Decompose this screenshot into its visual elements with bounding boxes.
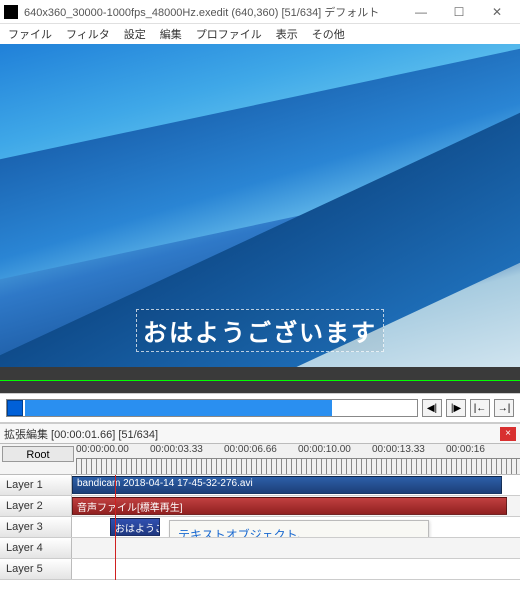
layer-label[interactable]: Layer 4 (0, 538, 72, 558)
go-start-button[interactable]: |← (470, 399, 490, 417)
timeline-title: 拡張編集 [00:00:01.66] [51/634] (4, 426, 500, 442)
layer-row-1: Layer 1 bandicam 2018-04-14 17-45-32-276… (0, 475, 520, 496)
layer-track[interactable]: おはようご テキストオブジェクト、 またはその付近に赤色の線を 移動する (72, 517, 520, 537)
titlebar: 640x360_30000-1000fps_48000Hz.exedit (64… (0, 0, 520, 24)
menu-filter[interactable]: フィルタ (66, 26, 110, 42)
menu-edit[interactable]: 編集 (160, 26, 182, 42)
menu-settings[interactable]: 設定 (124, 26, 146, 42)
instruction-callout: テキストオブジェクト、 またはその付近に赤色の線を 移動する (169, 520, 429, 537)
step-back-button[interactable]: ◀| (422, 399, 442, 417)
timeline-header: 拡張編集 [00:00:01.66] [51/634] × (0, 423, 520, 443)
time-ruler[interactable]: 00:00:00.00 00:00:03.33 00:00:06.66 00:0… (76, 444, 520, 474)
window-title: 640x360_30000-1000fps_48000Hz.exedit (64… (24, 4, 402, 20)
app-icon (4, 5, 18, 19)
tick: 00:00:06.66 (224, 444, 298, 458)
tick: 00:00:00.00 (76, 444, 150, 458)
layer-row-3: Layer 3 おはようご テキストオブジェクト、 またはその付近に赤色の線を … (0, 517, 520, 538)
tick: 00:00:16 (446, 444, 520, 458)
seek-slider[interactable] (6, 399, 418, 417)
timeline-body: Layer 1 bandicam 2018-04-14 17-45-32-276… (0, 475, 520, 580)
timeline-close-button[interactable]: × (500, 427, 516, 441)
layer-row-5: Layer 5 (0, 559, 520, 580)
maximize-button[interactable]: ☐ (440, 0, 478, 24)
audio-clip[interactable]: 音声ファイル[標準再生] (72, 497, 507, 515)
seekbar-row: ◀| |▶ |← →| (0, 393, 520, 423)
seek-thumb[interactable] (7, 400, 23, 416)
close-button[interactable]: ✕ (478, 0, 516, 24)
minimize-button[interactable]: — (402, 0, 440, 24)
tick: 00:00:03.33 (150, 444, 224, 458)
video-preview[interactable]: おはようございます (0, 44, 520, 367)
step-fwd-button[interactable]: |▶ (446, 399, 466, 417)
layer-row-2: Layer 2 音声ファイル[標準再生] (0, 496, 520, 517)
ruler-ticks: 00:00:00.00 00:00:03.33 00:00:06.66 00:0… (76, 444, 520, 458)
text-object-overlay[interactable]: おはようございます (136, 309, 384, 352)
layer-track[interactable]: bandicam 2018-04-14 17-45-32-276.avi (72, 475, 520, 495)
go-end-button[interactable]: →| (494, 399, 514, 417)
layer-label[interactable]: Layer 2 (0, 496, 72, 516)
ruler-marks (76, 458, 520, 474)
menu-profile[interactable]: プロファイル (196, 26, 262, 42)
video-clip[interactable]: bandicam 2018-04-14 17-45-32-276.avi (72, 476, 502, 494)
layer-label[interactable]: Layer 5 (0, 559, 72, 579)
text-clip[interactable]: おはようご (110, 518, 160, 536)
tick: 00:00:13.33 (372, 444, 446, 458)
waveform-area (0, 367, 520, 393)
tick: 00:00:10.00 (298, 444, 372, 458)
layer-row-4: Layer 4 (0, 538, 520, 559)
seek-fill (25, 400, 332, 416)
playhead[interactable] (115, 475, 116, 580)
menu-view[interactable]: 表示 (276, 26, 298, 42)
root-button[interactable]: Root (2, 446, 74, 462)
menu-file[interactable]: ファイル (8, 26, 52, 42)
layer-label[interactable]: Layer 3 (0, 517, 72, 537)
layer-track[interactable] (72, 538, 520, 558)
menubar: ファイル フィルタ 設定 編集 プロファイル 表示 その他 (0, 24, 520, 44)
ruler-row: Root 00:00:00.00 00:00:03.33 00:00:06.66… (0, 443, 520, 475)
layer-track[interactable] (72, 559, 520, 579)
callout-text: テキストオブジェクト、 またはその付近に赤色の線を 移動する (169, 520, 429, 537)
layer-label[interactable]: Layer 1 (0, 475, 72, 495)
layer-track[interactable]: 音声ファイル[標準再生] (72, 496, 520, 516)
menu-other[interactable]: その他 (312, 26, 345, 42)
